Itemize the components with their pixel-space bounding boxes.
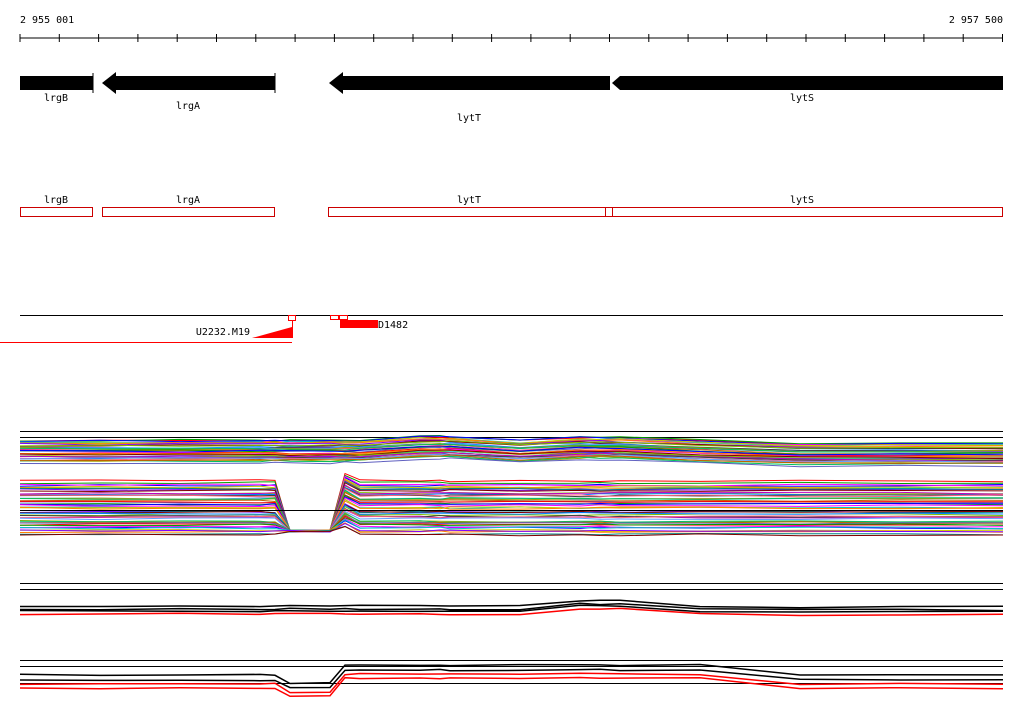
- gene-box-lyts[interactable]: [612, 207, 1003, 217]
- expression-track-4: [19, 660, 1004, 698]
- expression-track-3: [19, 583, 1004, 617]
- gene-box-overlap: [605, 207, 613, 217]
- expression-line: [20, 599, 1004, 609]
- expression-track-2: [19, 472, 1004, 537]
- feature-d1482-bar[interactable]: [340, 320, 378, 328]
- feature-label-d1482: D1482: [378, 320, 408, 331]
- gene-arrow-lrga[interactable]: [102, 72, 275, 94]
- gene-arrow-track: lrgB lrgA lytT lytS: [20, 72, 1003, 124]
- gene-box-label-lyts: lytS: [790, 195, 814, 206]
- ruler-end-label: 2 957 500: [949, 15, 1003, 26]
- gene-box-label-lytt: lytT: [457, 195, 481, 206]
- feature-u2232-box: [288, 315, 296, 321]
- gene-box-label-lrga: lrgA: [176, 195, 200, 206]
- gene-arrow-lrgb[interactable]: [20, 76, 93, 90]
- feature-label-u2232: U2232.M19: [196, 327, 250, 338]
- gene-label-lrga: lrgA: [176, 101, 200, 112]
- coordinate-ruler: 2 955 001 2 957 500: [19, 15, 1003, 42]
- gene-box-label-lrgb: lrgB: [44, 195, 68, 206]
- track-1-lines: [19, 434, 1004, 468]
- gene-arrow-lytt[interactable]: [329, 72, 610, 94]
- gene-box-lrgb[interactable]: [20, 207, 93, 217]
- gene-label-lyts: lytS: [790, 93, 814, 104]
- gene-box-lytt[interactable]: [328, 207, 606, 217]
- gene-label-lytt: lytT: [457, 113, 481, 124]
- gene-label-lrgb: lrgB: [44, 93, 68, 104]
- gene-box-track: lrgB lrgA lytT lytS: [20, 195, 1003, 217]
- feature-track: U2232.M19 D1482: [0, 315, 1003, 343]
- expression-line: [19, 672, 1004, 694]
- expression-track-1: [19, 431, 1004, 468]
- ruler-start-label: 2 955 001: [20, 15, 74, 26]
- feature-d1482-box-b: [339, 315, 348, 320]
- feature-u2232-marker[interactable]: [252, 327, 292, 338]
- gene-box-lrga[interactable]: [102, 207, 275, 217]
- track-4-lines: [19, 663, 1004, 698]
- track-2-lines: [19, 472, 1004, 537]
- feature-d1482-box-a: [330, 315, 339, 320]
- genome-browser-view: 2 955 001 2 957 500 lrgB lrgA lytT lytS …: [0, 15, 1004, 698]
- gene-arrow-lyts[interactable]: [612, 76, 1003, 90]
- track-3-lines: [19, 599, 1004, 617]
